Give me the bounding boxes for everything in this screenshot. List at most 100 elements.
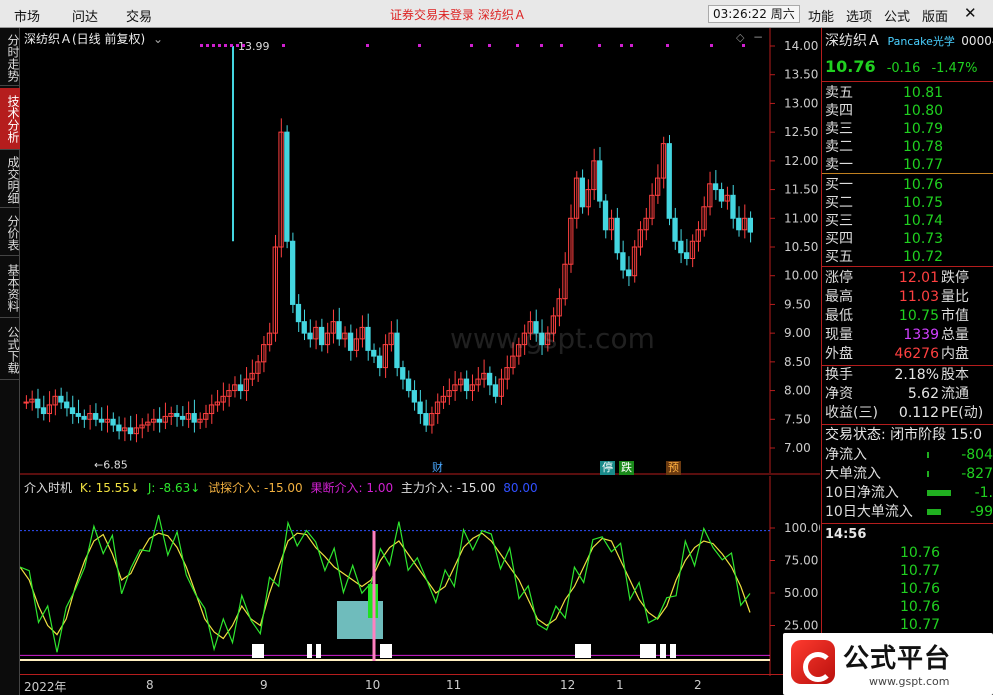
candle-body: [376, 355, 383, 369]
candle-body: [284, 131, 290, 242]
flow-row-value: -827: [961, 466, 993, 482]
candle-body: [35, 398, 41, 409]
stat-right-label: 市值: [941, 308, 969, 324]
flow-bar: [927, 490, 951, 496]
signal-dot: [200, 44, 203, 47]
indicator-y-label: 75.00: [784, 554, 818, 568]
signal-dot: [630, 44, 633, 47]
candlestick-chart[interactable]: 14.00 13.50 13.00 12.50 12.00 11.50 11.00 10.50…: [20, 28, 820, 483]
y-tick-label: 7.00: [784, 441, 811, 455]
signal-dot: [540, 44, 543, 47]
stock-name-row: 深纺织Ａ Pancake光学 00004: [825, 32, 993, 50]
stat-row: 最高 11.03 量比: [825, 288, 969, 306]
stat-row: 现量 1339 总量: [825, 326, 969, 344]
y-tick-label: 13.00: [784, 96, 818, 110]
signal-block: [575, 644, 591, 658]
y-tick-label: 12.50: [784, 125, 818, 139]
logo-icon: [791, 640, 835, 684]
candle-body: [463, 378, 470, 392]
trade-state: 交易状态: 闭市阶段 15:0: [825, 427, 983, 443]
login-status: 证券交易未登录 深纺织Ａ: [390, 8, 526, 22]
y-tick-label: 8.00: [784, 384, 811, 398]
minus-icon[interactable]: −: [753, 30, 763, 44]
bid-level-value: 10.73: [903, 231, 944, 247]
x-axis: 2022年 8 9 10 11 12 1 2: [20, 674, 820, 695]
candle-body: [579, 177, 585, 208]
candle-body: [417, 401, 423, 415]
tab-profile[interactable]: 基本资料: [0, 258, 20, 318]
menu-options[interactable]: 选项: [846, 6, 872, 25]
x-label: 2: [694, 678, 702, 692]
candle-body: [614, 217, 620, 254]
y-tick-label: 13.50: [784, 68, 818, 82]
menu-wenda[interactable]: 问达: [72, 6, 98, 25]
signal-dot: [418, 44, 421, 47]
indicator-name: 介入时机: [24, 481, 73, 495]
x-label: 12: [560, 678, 576, 692]
marker-halt[interactable]: 停: [600, 461, 615, 475]
candle-body: [23, 401, 29, 404]
legend-try: 试探介入: -15.00: [208, 481, 303, 495]
fund-row-value: 5.62: [907, 386, 939, 402]
signal-dot: [560, 44, 563, 47]
signal-block: [660, 644, 666, 658]
stat-row-value: 1339: [903, 327, 939, 343]
ask-level-label: 卖五: [825, 85, 853, 101]
flow-row-value: -804: [961, 447, 993, 463]
candle-body: [620, 252, 626, 271]
stat-row-label: 最高: [825, 289, 853, 305]
bid-level-label: 买五: [825, 249, 853, 265]
indicator-legend: 介入时机 K: 15.55↓ J: -8.63↓ 试探介入: -15.00 果断…: [24, 479, 542, 496]
bid-level-value: 10.76: [903, 177, 944, 193]
tab-formula-download[interactable]: 公式下载: [0, 320, 20, 380]
logo-title: 公式平台: [843, 644, 952, 674]
ask-level: 卖五 10.81: [825, 84, 943, 102]
candle-body: [156, 418, 163, 423]
y-tick-label: 11.50: [784, 183, 818, 197]
price-row: 10.76 -0.16 -1.47%: [825, 57, 977, 77]
signal-dot: [282, 44, 285, 47]
bid-level: 买四 10.73: [825, 230, 943, 248]
diamond-icon[interactable]: ◇: [736, 31, 744, 44]
stock-name: 深纺织Ａ: [825, 33, 881, 49]
tab-intraday[interactable]: 分时走势: [0, 30, 20, 86]
candle-body: [290, 240, 296, 305]
y-tick-label: 7.50: [784, 412, 811, 426]
indicator-chart[interactable]: 100.00 75.00 50.00 25.00: [20, 476, 820, 676]
ask-level: 卖一 10.77: [825, 156, 943, 174]
candle-body: [411, 390, 417, 403]
menu-trade[interactable]: 交易: [126, 6, 152, 25]
chart-title: 深纺织Ａ(日线 前复权) ⌄: [24, 30, 163, 47]
marker-drop[interactable]: 跌: [619, 461, 634, 475]
menu-function[interactable]: 功能: [808, 6, 834, 25]
tick-price: 10.77: [900, 617, 941, 633]
menu-market[interactable]: 市场: [14, 6, 40, 25]
menu-layout[interactable]: 版面: [922, 6, 948, 25]
candle-body: [75, 413, 81, 417]
tick-price: 10.76: [900, 599, 941, 615]
candle-body: [301, 321, 307, 334]
marker-finance[interactable]: 财: [430, 461, 445, 475]
tab-transactions[interactable]: 成交明细: [0, 152, 20, 208]
chevron-down-icon[interactable]: ⌄: [153, 32, 163, 46]
last-price: 10.76: [825, 57, 876, 76]
candle-body: [179, 415, 186, 420]
x-label: 1: [616, 678, 624, 692]
ask-level: 卖四 10.80: [825, 102, 943, 120]
flow-row-label: 净流入: [825, 447, 867, 463]
tab-technical[interactable]: 技术分析: [0, 88, 20, 150]
concept-tag[interactable]: Pancake光学: [887, 35, 954, 48]
menu-formula[interactable]: 公式: [884, 6, 910, 25]
signal-dot: [230, 44, 233, 47]
flow-bar: [927, 509, 941, 515]
flow-row: 大单流入 -827: [825, 465, 993, 483]
close-icon[interactable]: ✕: [964, 4, 977, 22]
left-tab-strip: 分时走势 技术分析 成交明细 分价表 基本资料 公式下载: [0, 28, 20, 695]
indicator-y-label: 50.00: [784, 586, 818, 600]
signal-block: [640, 644, 656, 658]
marker-forecast[interactable]: 预: [666, 461, 681, 475]
candle-body: [81, 415, 87, 420]
signal-dot: [366, 44, 369, 47]
tab-price-table[interactable]: 分价表: [0, 210, 20, 256]
stat-row-value: 11.03: [898, 289, 939, 305]
